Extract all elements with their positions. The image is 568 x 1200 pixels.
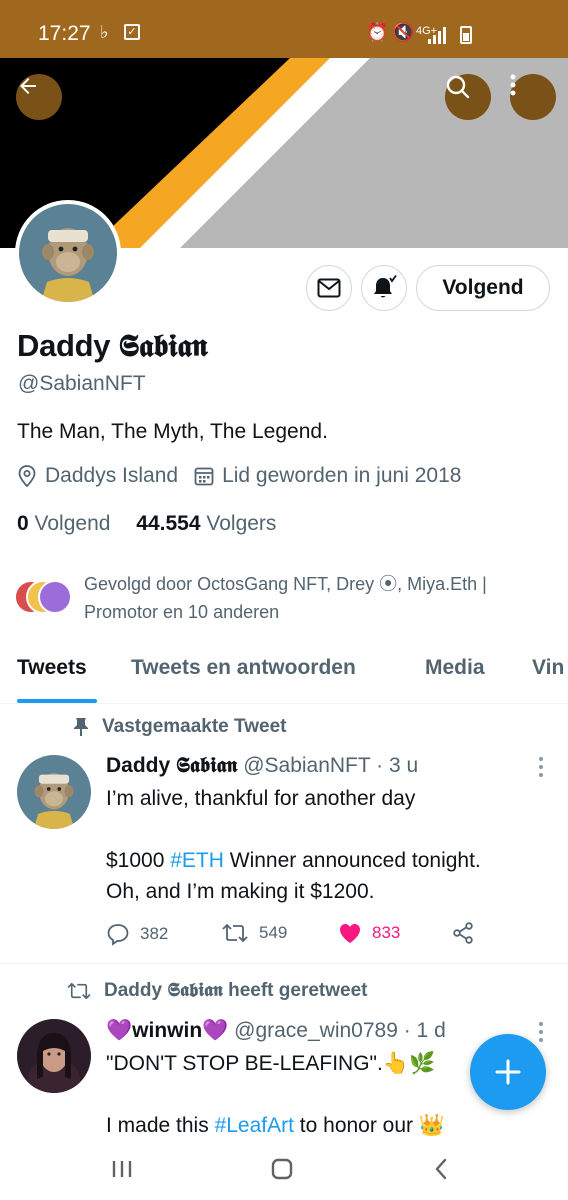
reply-icon — [107, 924, 129, 946]
profile-meta: Daddys Island Lid geworden in juni 2018 — [17, 464, 477, 488]
tweet-author-avatar[interactable] — [17, 1019, 91, 1093]
tab-media[interactable]: Media — [425, 656, 485, 680]
tweet-text-span: I made this — [106, 1114, 215, 1137]
tweet-header: Daddy 𝕾𝖆𝖇𝖎𝖆𝖓 @SabianNFT · 3 u — [106, 754, 418, 778]
retweet-context-label: Daddy 𝕾𝖆𝖇𝖎𝖆𝖓 heeft geretweet — [66, 980, 367, 1002]
ape-avatar-image — [19, 204, 117, 302]
location-icon — [18, 465, 36, 487]
tab-likes[interactable]: Vin — [532, 656, 564, 680]
like-button[interactable]: 833 — [338, 922, 400, 944]
tweet-author-handle[interactable]: @grace_win0789 · 1 d — [234, 1019, 446, 1042]
tweet-line: Oh, and I’m making it $1200. — [106, 880, 375, 903]
plus-icon — [495, 1059, 521, 1085]
profile-bio: The Man, The Myth, The Legend. — [17, 420, 328, 443]
retweet-icon — [222, 923, 248, 943]
retweet-count: 549 — [259, 923, 288, 942]
checkbox-notification-icon: ✓ — [124, 24, 140, 40]
reply-button[interactable]: 382 — [106, 922, 168, 946]
mail-icon — [317, 278, 341, 298]
mute-icon: 🔇 — [392, 22, 415, 42]
recent-apps-icon — [112, 1161, 132, 1177]
profile-handle: @SabianNFT — [18, 372, 146, 395]
tweet-line: I made this #LeafArt to honor our 👑 — [106, 1110, 556, 1140]
retweet-button[interactable]: 549 — [221, 922, 287, 944]
calendar-icon — [194, 467, 214, 486]
share-icon — [453, 922, 473, 944]
follower-avatar — [38, 580, 72, 614]
android-nav-bar — [0, 1140, 568, 1200]
reply-count: 382 — [140, 924, 169, 943]
back-arrow-icon — [20, 78, 36, 94]
notifications-button[interactable] — [361, 265, 407, 311]
tweet-author-avatar[interactable] — [17, 755, 91, 829]
following-count: 0 — [17, 512, 29, 535]
tweet-more-button[interactable] — [538, 756, 544, 778]
pinned-tweet-label: Vastgemaakte Tweet — [72, 716, 286, 738]
follow-counts: 0 Volgend 44.554 Volgers — [17, 512, 276, 536]
following-label: Volgend — [34, 512, 111, 535]
location-label: Daddys Island — [45, 464, 179, 487]
message-button[interactable] — [306, 265, 352, 311]
search-button[interactable] — [445, 74, 491, 120]
bell-icon — [374, 275, 397, 298]
retweet-icon — [67, 982, 91, 1000]
tweet-text-span: $1000 — [106, 849, 171, 872]
followers-label: Volgers — [206, 512, 277, 535]
tweet-text: I’m alive, thankful for another day $100… — [106, 783, 556, 907]
tweet-more-button[interactable] — [538, 1021, 544, 1043]
tweet-line: I’m alive, thankful for another day — [106, 787, 416, 810]
joined-item: Lid geworden in juni 2018 — [194, 464, 461, 488]
status-bar: 17:27 ♭ ✓ ⏰ 🔇 4G+ — [0, 0, 568, 58]
following-button[interactable]: Volgend — [416, 265, 550, 311]
share-button[interactable] — [452, 922, 484, 944]
location-item: Daddys Island — [17, 464, 178, 488]
tab-tweets[interactable]: Tweets — [17, 656, 87, 680]
battery-icon — [460, 26, 472, 44]
tweet-actions: 382 549 833 — [106, 922, 546, 952]
retweet-context-text: Daddy 𝕾𝖆𝖇𝖎𝖆𝖓 heeft geretweet — [104, 980, 368, 1001]
like-count: 833 — [372, 923, 401, 942]
signal-icon — [428, 26, 450, 44]
tweet-line: $1000 #ETH Winner announced tonight. — [106, 845, 556, 876]
followed-by-text: Gevolgd door OctosGang NFT, Drey ⦿, Miya… — [84, 574, 487, 622]
more-vertical-icon — [510, 74, 516, 96]
tweet-author-name[interactable]: 💜winwin💜 — [106, 1019, 228, 1042]
home-button[interactable] — [262, 1154, 302, 1184]
status-time: 17:27 — [38, 22, 91, 45]
back-nav-button[interactable] — [421, 1154, 461, 1184]
pin-icon — [74, 718, 88, 736]
profile-tabs: Tweets Tweets en antwoorden Media Vin — [0, 648, 568, 704]
tweet-text-span: to honor our 👑 — [293, 1114, 446, 1137]
chevron-left-icon — [435, 1158, 447, 1180]
tweet-header: 💜winwin💜 @grace_win0789 · 1 d — [106, 1019, 446, 1043]
joined-label: Lid geworden in juni 2018 — [222, 464, 462, 487]
followers-count: 44.554 — [136, 512, 201, 535]
tweet-author-handle[interactable]: @SabianNFT · 3 u — [243, 754, 418, 777]
back-button[interactable] — [16, 74, 62, 120]
more-button[interactable] — [510, 74, 556, 120]
notification-icon: ♭ — [100, 22, 109, 42]
home-icon — [271, 1158, 293, 1180]
compose-tweet-button[interactable] — [470, 1034, 546, 1110]
tweet-divider — [0, 963, 568, 964]
tweet-author-name[interactable]: Daddy 𝕾𝖆𝖇𝖎𝖆𝖓 — [106, 754, 237, 777]
tab-tweets-replies[interactable]: Tweets en antwoorden — [131, 656, 356, 680]
active-tab-indicator — [17, 699, 97, 703]
pinned-tweet-text: Vastgemaakte Tweet — [102, 716, 287, 737]
hashtag-link[interactable]: #LeafArt — [215, 1114, 294, 1137]
profile-avatar[interactable] — [15, 200, 121, 306]
alarm-icon: ⏰ — [366, 22, 389, 42]
followers-link[interactable]: 44.554 Volgers — [136, 512, 276, 535]
profile-name: Daddy 𝕾𝖆𝖇𝖎𝖆𝖓 — [17, 328, 208, 363]
hashtag-link[interactable]: #ETH — [170, 849, 224, 872]
tweet-text-span: Winner announced tonight. — [223, 849, 481, 872]
following-link[interactable]: 0 Volgend — [17, 512, 110, 535]
recent-apps-button[interactable] — [102, 1154, 142, 1184]
heart-icon — [340, 924, 360, 943]
follower-avatars — [14, 580, 78, 616]
search-icon — [446, 75, 470, 99]
